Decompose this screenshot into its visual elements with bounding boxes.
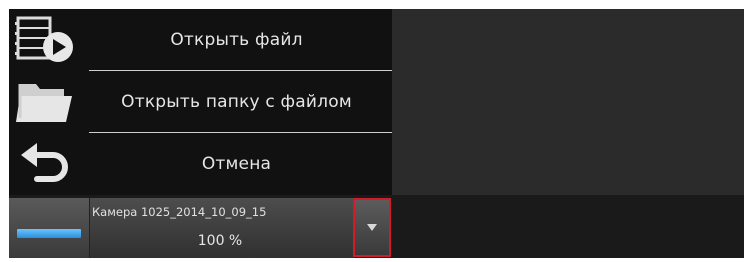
context-menu: Открыть файл Открыть папку с файлом Отме… [9, 9, 392, 195]
menu-item-open-folder[interactable]: Открыть папку с файлом [9, 71, 392, 132]
folder-open-icon [9, 71, 81, 132]
camera-dropdown-button[interactable] [353, 198, 391, 257]
camera-color-indicator [17, 229, 81, 238]
menu-item-open-file[interactable]: Открыть файл [9, 9, 392, 70]
preview-area [392, 9, 744, 195]
film-play-icon [9, 9, 81, 70]
camera-tile[interactable] [9, 198, 89, 258]
camera-zoom: 100 % [197, 233, 243, 249]
undo-arrow-icon [9, 133, 81, 194]
menu-item-label: Открыть файл [170, 29, 303, 50]
menu-item-label: Открыть папку с файлом [121, 91, 352, 112]
chevron-down-icon [367, 224, 377, 231]
camera-name: Камера 1025_2014_10_09_15 [92, 205, 267, 219]
menu-item-cancel[interactable]: Отмена [9, 133, 392, 194]
menu-item-label: Отмена [201, 153, 272, 174]
